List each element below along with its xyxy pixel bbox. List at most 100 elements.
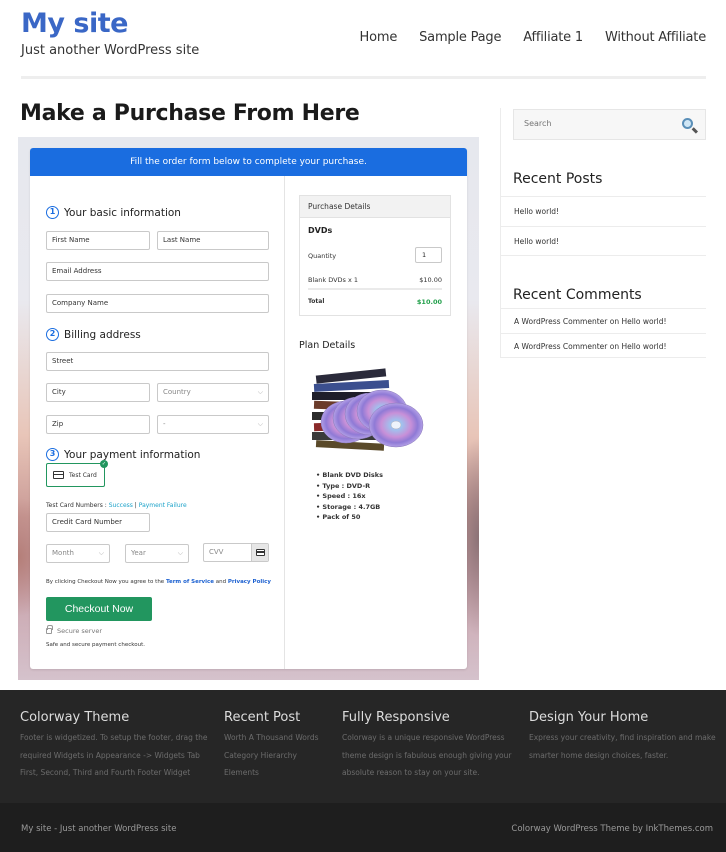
plan-feature: Speed : 16x: [316, 491, 383, 502]
footer-post-link[interactable]: Worth A Thousand Words: [224, 729, 319, 747]
plan-feature: Storage : 4.7GB: [316, 502, 383, 513]
footer-theme-credit-link[interactable]: Colorway WordPress Theme by InkThemes.co…: [511, 824, 713, 834]
plan-feature: Type : DVD-R: [316, 481, 383, 492]
footer-widget-responsive: Fully Responsive Colorway is a unique re…: [342, 710, 511, 782]
section-title: Your basic information: [64, 206, 181, 219]
street-input[interactable]: Street: [46, 352, 269, 371]
chevron-down-icon: ⌵: [98, 549, 104, 557]
year-select-value: Year: [131, 549, 146, 557]
nav-home[interactable]: Home: [360, 30, 398, 45]
country-select-value: Country: [163, 388, 191, 396]
site-header: My site Just another WordPress site Home…: [0, 0, 726, 80]
footer-text-line: Express your creativity, find inspiratio…: [529, 733, 716, 742]
lock-icon: [46, 625, 53, 634]
quantity-input[interactable]: 1: [415, 247, 442, 263]
privacy-link[interactable]: Privacy Policy: [228, 579, 271, 585]
terms-link[interactable]: Term of Service: [166, 579, 214, 585]
test-card-numbers: Test Card Numbers : Success | Payment Fa…: [46, 502, 187, 509]
zip-input[interactable]: Zip: [46, 415, 150, 434]
footer-text-line: absolute reason to stay on your site.: [342, 768, 480, 777]
plan-feature: Blank DVD Disks: [316, 470, 383, 481]
footer-bottom-bar: My site - Just another WordPress site Co…: [0, 803, 726, 852]
total-value: $10.00: [416, 298, 442, 306]
total-label: Total: [308, 298, 325, 305]
main-nav: Home Sample Page Affiliate 1 Without Aff…: [338, 30, 707, 45]
credit-card-input[interactable]: Credit Card Number: [46, 513, 150, 532]
recent-comment-link[interactable]: A WordPress Commenter on Hello world!: [500, 308, 706, 333]
city-input[interactable]: City: [46, 383, 150, 402]
search-icon[interactable]: [682, 118, 693, 129]
plan-feature: Pack of 50: [316, 512, 383, 523]
footer-post-link[interactable]: Elements: [224, 764, 319, 782]
purchase-details-heading: Purchase Details: [300, 196, 450, 218]
quantity-label: Quantity: [308, 252, 337, 260]
footer-text-line: Footer is widgetized. To setup the foote…: [20, 733, 208, 742]
divider: [308, 288, 442, 290]
section-title: Your payment information: [64, 448, 201, 461]
order-form: 1 Your basic information First Name Last…: [30, 176, 285, 669]
purchase-details-box: Purchase Details DVDs Quantity 1 Blank D…: [299, 195, 451, 316]
site-footer: Colorway Theme Footer is widgetized. To …: [0, 690, 726, 803]
step-number-icon: 3: [46, 448, 59, 461]
plan-features-list: Blank DVD Disks Type : DVD-R Speed : 16x…: [316, 470, 383, 523]
footer-text-line: smarter home design choices, faster.: [529, 750, 669, 760]
footer-text-line: required Widgets in Appearance -> Widget…: [20, 750, 200, 760]
product-name: DVDs: [308, 226, 333, 235]
footer-widget-title: Colorway Theme: [20, 710, 130, 725]
nav-without-affiliate[interactable]: Without Affiliate: [605, 30, 706, 45]
recent-post-link[interactable]: Hello world!: [500, 226, 706, 256]
header-divider: [21, 76, 706, 79]
agreement-prefix: By clicking Checkout Now you agree to th…: [46, 579, 166, 585]
safe-checkout-text: Safe and secure payment checkout.: [46, 642, 145, 648]
month-select[interactable]: Month ⌵: [46, 544, 110, 563]
order-form-banner: Fill the order form below to complete yo…: [30, 148, 467, 176]
agreement-and: and: [214, 579, 228, 585]
order-summary: Purchase Details DVDs Quantity 1 Blank D…: [286, 176, 467, 669]
footer-post-link[interactable]: Category Hierarchy: [224, 747, 319, 765]
line-item-label: Blank DVDs x 1: [308, 276, 359, 284]
cvv-placeholder: CVV: [209, 548, 224, 556]
nav-sample-page[interactable]: Sample Page: [419, 30, 501, 45]
chevron-down-icon: ⌵: [257, 420, 263, 428]
section-basic-info: 1 Your basic information: [46, 206, 181, 219]
email-input[interactable]: Email Address: [46, 262, 269, 281]
search-input[interactable]: [524, 119, 674, 128]
check-icon: ✓: [100, 460, 108, 468]
site-title-link[interactable]: My site: [21, 8, 128, 39]
footer-widget-title: Design Your Home: [529, 710, 649, 725]
footer-widget-recent-post: Recent Post Worth A Thousand Words Categ…: [224, 710, 319, 782]
line-item-price: $10.00: [419, 276, 442, 284]
success-link[interactable]: Success: [109, 502, 133, 509]
site-tagline: Just another WordPress site: [21, 43, 200, 58]
dvd-product-image: [312, 368, 424, 451]
chevron-down-icon: ⌵: [257, 388, 263, 396]
nav-affiliate-1[interactable]: Affiliate 1: [523, 30, 583, 45]
last-name-input[interactable]: Last Name: [157, 231, 269, 250]
year-select[interactable]: Year ⌵: [125, 544, 189, 563]
hero-background: Fill the order form below to complete yo…: [18, 137, 479, 680]
recent-post-link[interactable]: Hello world!: [500, 196, 706, 226]
month-select-value: Month: [52, 549, 74, 557]
footer-text-line: theme design is fabulous enough giving y…: [342, 750, 512, 760]
state-select-value: -: [163, 420, 166, 428]
recent-posts-title: Recent Posts: [513, 171, 603, 187]
footer-widget-colorway: Colorway Theme Footer is widgetized. To …: [20, 710, 208, 782]
search-box: [513, 109, 706, 140]
credit-card-icon: [53, 471, 64, 479]
cvv-input[interactable]: CVV: [203, 543, 269, 562]
state-select[interactable]: - ⌵: [157, 415, 269, 434]
cvv-help-button[interactable]: [251, 544, 268, 561]
payment-failure-link[interactable]: Payment Failure: [139, 502, 187, 509]
footer-site-credit: My site - Just another WordPress site: [21, 824, 177, 834]
country-select[interactable]: Country ⌵: [157, 383, 269, 402]
first-name-input[interactable]: First Name: [46, 231, 150, 250]
company-input[interactable]: Company Name: [46, 294, 269, 313]
recent-comment-link[interactable]: A WordPress Commenter on Hello world!: [500, 333, 706, 358]
order-form-card: Fill the order form below to complete yo…: [30, 148, 467, 669]
section-billing: 2 Billing address: [46, 328, 141, 341]
chevron-down-icon: ⌵: [177, 549, 183, 557]
step-number-icon: 1: [46, 206, 59, 219]
test-card-option[interactable]: Test Card ✓: [46, 460, 108, 487]
page-title: Make a Purchase From Here: [20, 101, 360, 126]
checkout-now-button[interactable]: Checkout Now: [46, 597, 152, 621]
